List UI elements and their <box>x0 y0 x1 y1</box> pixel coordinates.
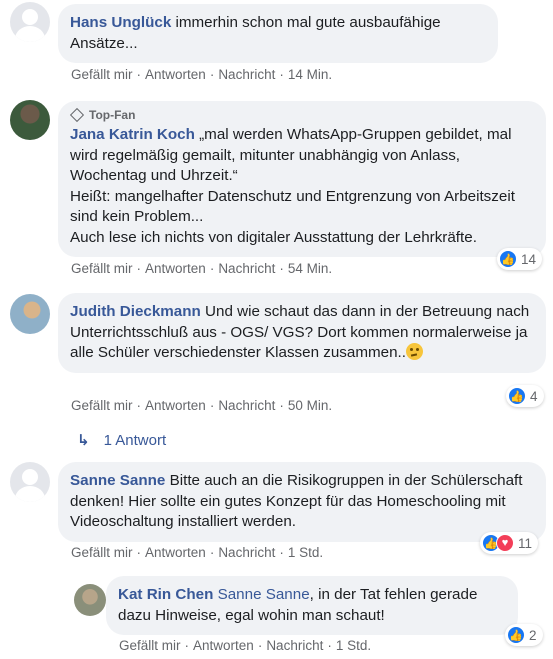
comment-actions: Gefällt mir · Antworten · Nachricht · 1 Std. <box>119 638 371 653</box>
message-link[interactable]: Nachricht <box>218 545 275 560</box>
top-fan-diamond-icon <box>69 107 85 123</box>
separator: · <box>136 398 142 413</box>
comment-author[interactable]: Jana Katrin Koch <box>70 126 195 143</box>
comment-actions: Gefällt mir · Antworten · Nachricht · 14 Min. <box>71 67 332 82</box>
comment-author[interactable]: Sanne Sanne <box>70 472 165 489</box>
separator: · <box>257 638 263 653</box>
avatar[interactable] <box>10 462 50 502</box>
comment-author[interactable]: Kat Rin Chen <box>118 586 213 603</box>
love-reaction-icon: ♥ <box>496 534 514 552</box>
separator: · <box>279 545 284 560</box>
separator: · <box>209 398 215 413</box>
message-link[interactable]: Nachricht <box>218 398 275 413</box>
reaction-count: 4 <box>530 388 538 404</box>
thinking-emoji-icon <box>405 343 423 360</box>
comment-actions: Gefällt mir · Antworten · Nachricht · 1 Std. <box>71 545 323 560</box>
reply-link[interactable]: Antworten <box>145 398 206 413</box>
separator: · <box>279 261 284 276</box>
comment-text: Heißt: mangelhafter Datenschutz und Entg… <box>70 187 515 226</box>
separator: · <box>209 67 215 82</box>
separator: · <box>279 67 284 82</box>
reaction-summary[interactable]: 👍 ♥ 11 <box>480 532 539 554</box>
comment-bubble: Judith Dieckmann Und wie schaut das dann… <box>58 293 546 373</box>
message-link[interactable]: Nachricht <box>218 67 275 82</box>
message-link[interactable]: Nachricht <box>266 638 323 653</box>
timestamp[interactable]: 1 Std. <box>288 545 323 560</box>
reaction-count: 11 <box>518 535 533 551</box>
message-link[interactable]: Nachricht <box>218 261 275 276</box>
reaction-summary[interactable]: 👍 4 <box>506 385 544 407</box>
like-link[interactable]: Gefällt mir <box>71 398 133 413</box>
comment-author[interactable]: Hans Unglück <box>70 14 171 31</box>
reply-arrow-icon: ↳ <box>77 432 90 449</box>
separator: · <box>209 545 215 560</box>
avatar[interactable] <box>10 2 50 42</box>
like-link[interactable]: Gefällt mir <box>71 261 133 276</box>
timestamp[interactable]: 1 Std. <box>336 638 371 653</box>
separator: · <box>136 67 142 82</box>
separator: · <box>184 638 190 653</box>
comment-bubble: Kat Rin Chen Sanne Sanne, in der Tat feh… <box>106 576 518 635</box>
reply-link[interactable]: Antworten <box>145 261 206 276</box>
comment-actions: Gefällt mir · Antworten · Nachricht · 54 Min. <box>71 261 332 276</box>
like-link[interactable]: Gefällt mir <box>71 545 133 560</box>
comment-bubble: Sanne Sanne Bitte auch an die Risikogrup… <box>58 462 546 542</box>
separator: · <box>136 261 142 276</box>
comment-bubble: Hans Unglück immerhin schon mal gute aus… <box>58 4 498 63</box>
view-replies-link[interactable]: ↳ 1 Antwort <box>77 431 167 450</box>
top-fan-badge: Top-Fan <box>69 107 534 123</box>
comment-author[interactable]: Judith Dieckmann <box>70 303 201 320</box>
separator: · <box>279 398 284 413</box>
avatar[interactable] <box>74 584 106 616</box>
reply-link[interactable]: Antworten <box>145 67 206 82</box>
comment-text: Auch lese ich nichts von digitaler Ausst… <box>70 228 477 246</box>
replies-label: 1 Antwort <box>103 431 167 449</box>
top-fan-label: Top-Fan <box>89 108 136 122</box>
like-reaction-icon: 👍 <box>507 626 525 644</box>
reply-link[interactable]: Antworten <box>145 545 206 560</box>
timestamp[interactable]: 50 Min. <box>288 398 332 413</box>
separator: · <box>327 638 332 653</box>
reply-link[interactable]: Antworten <box>193 638 254 653</box>
like-link[interactable]: Gefällt mir <box>119 638 181 653</box>
like-link[interactable]: Gefällt mir <box>71 67 133 82</box>
reaction-count: 14 <box>521 251 537 267</box>
like-reaction-icon: 👍 <box>499 250 517 268</box>
avatar[interactable] <box>10 100 50 140</box>
separator: · <box>209 261 215 276</box>
comment-actions: Gefällt mir · Antworten · Nachricht · 50 Min. <box>71 398 332 413</box>
reaction-summary[interactable]: 👍 2 <box>505 624 543 646</box>
timestamp[interactable]: 54 Min. <box>288 261 332 276</box>
timestamp[interactable]: 14 Min. <box>288 67 332 82</box>
comment-bubble: Top-Fan Jana Katrin Koch „mal werden Wha… <box>58 101 546 257</box>
reaction-summary[interactable]: 👍 14 <box>497 248 543 270</box>
mention-link[interactable]: Sanne Sanne <box>218 586 310 603</box>
separator: · <box>136 545 142 560</box>
like-reaction-icon: 👍 <box>508 387 526 405</box>
reaction-count: 2 <box>529 627 537 643</box>
avatar[interactable] <box>10 294 50 334</box>
